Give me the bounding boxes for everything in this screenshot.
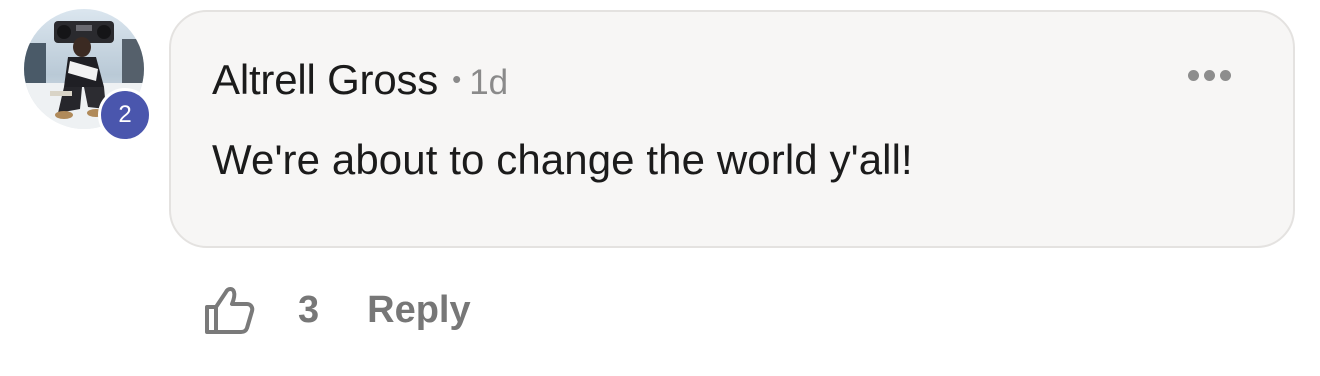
reply-button[interactable]: Reply (367, 289, 470, 332)
comment-actions: 3 Reply (202, 282, 471, 338)
more-options-icon[interactable] (1188, 70, 1231, 81)
meta-separator: • (452, 64, 462, 94)
avatar-container[interactable]: 2 (24, 9, 152, 142)
comment-text: We're about to change the world y'all! (212, 136, 913, 183)
more-dot (1220, 70, 1231, 81)
level-badge: 2 (98, 88, 152, 142)
timestamp: 1d (469, 63, 509, 102)
comment-bubble: Altrell Gross • 1d We're about to change… (169, 10, 1295, 248)
like-count: 3 (298, 288, 320, 331)
more-dot (1204, 70, 1215, 81)
comment-meta: Altrell Gross • 1d (212, 56, 508, 104)
comment: 2 Altrell Gross • 1d We're about to chan… (0, 0, 1320, 376)
author-name[interactable]: Altrell Gross (212, 56, 438, 104)
like-button[interactable]: 3 (202, 283, 319, 337)
thumbs-up-icon[interactable] (202, 283, 256, 337)
more-dot (1188, 70, 1199, 81)
